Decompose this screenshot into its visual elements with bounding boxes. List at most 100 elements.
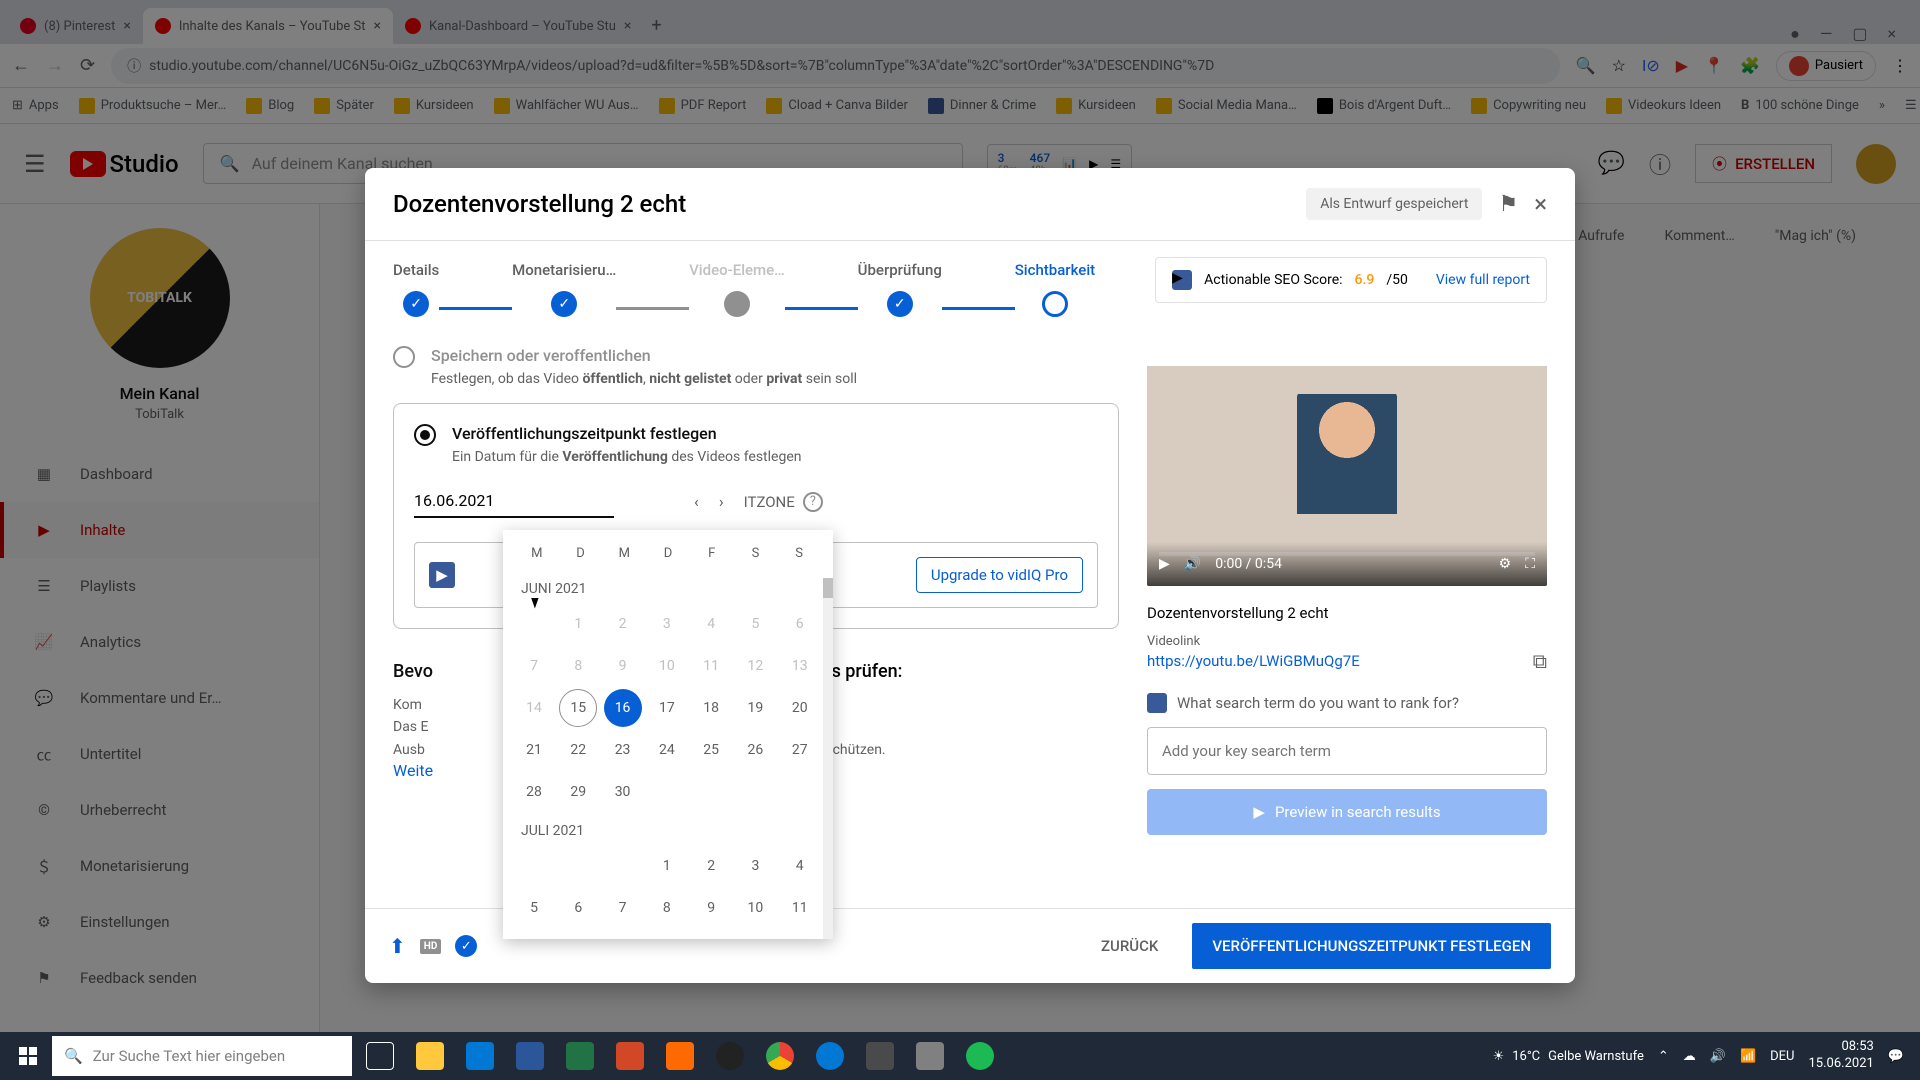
word-icon[interactable] — [506, 1032, 554, 1080]
taskbar-search[interactable]: 🔍Zur Suche Text hier eingeben — [52, 1036, 352, 1076]
day-cell[interactable]: 19 — [736, 689, 774, 727]
app-icon[interactable] — [856, 1032, 904, 1080]
chevron-up-icon[interactable]: ⌃ — [1658, 1049, 1669, 1064]
step-details[interactable]: Details✓ — [393, 261, 439, 317]
upgrade-vidiq-button[interactable]: Upgrade to vidIQ Pro — [916, 557, 1083, 593]
day-cell[interactable]: 2 — [692, 847, 730, 885]
day-cell[interactable]: 5 — [515, 889, 553, 927]
seo-report-link[interactable]: View full report — [1436, 272, 1530, 288]
day-cell[interactable]: 18 — [692, 689, 730, 727]
day-cell[interactable]: 16 — [604, 689, 642, 727]
day-cell[interactable]: 6 — [781, 605, 819, 643]
day-cell[interactable]: 10 — [648, 647, 686, 685]
search-term-input[interactable] — [1147, 727, 1547, 775]
app-icon[interactable] — [706, 1032, 754, 1080]
day-cell[interactable]: 10 — [736, 889, 774, 927]
next-month-icon[interactable]: › — [719, 492, 724, 511]
copy-icon[interactable]: ⧉ — [1533, 649, 1547, 673]
day-cell[interactable]: 7 — [604, 889, 642, 927]
day-cell[interactable]: 3 — [648, 605, 686, 643]
day-cell[interactable]: 8 — [559, 647, 597, 685]
day-cell[interactable]: 20 — [781, 689, 819, 727]
search-icon: 🔍 — [64, 1047, 83, 1065]
preview-results-button[interactable]: ▶Preview in search results — [1147, 789, 1547, 835]
day-cell[interactable]: 5 — [736, 605, 774, 643]
day-cell[interactable]: 1 — [559, 605, 597, 643]
step-sichtbarkeit[interactable]: Sichtbarkeit — [1015, 261, 1095, 317]
day-cell[interactable]: 6 — [559, 889, 597, 927]
language-indicator[interactable]: DEU — [1770, 1049, 1794, 1064]
gear-icon[interactable]: ⚙ — [1499, 556, 1512, 572]
start-button[interactable] — [4, 1032, 52, 1080]
day-cell[interactable]: 30 — [604, 773, 642, 811]
day-cell[interactable]: 14 — [515, 689, 553, 727]
day-cell[interactable]: 27 — [781, 731, 819, 769]
volume-icon[interactable]: 🔊 — [1184, 556, 1201, 572]
spotify-icon[interactable] — [956, 1032, 1004, 1080]
option-speichern[interactable]: Speichern oder veroffentlichen Festlegen… — [393, 346, 1119, 387]
powerpoint-icon[interactable] — [606, 1032, 654, 1080]
day-cell[interactable]: 9 — [692, 889, 730, 927]
day-cell[interactable]: 11 — [692, 647, 730, 685]
feedback-icon[interactable]: ⚑ — [1498, 192, 1518, 217]
video-link[interactable]: https://youtu.be/LWiGBMuQg7E — [1147, 652, 1360, 670]
day-cell[interactable]: 25 — [692, 731, 730, 769]
app-icon[interactable] — [656, 1032, 704, 1080]
clock[interactable]: 08:5315.06.2021 — [1809, 1039, 1874, 1073]
task-view-icon[interactable] — [356, 1032, 404, 1080]
app-icon[interactable] — [906, 1032, 954, 1080]
seo-score-box[interactable]: ▶ Actionable SEO Score: 6.9/50 View full… — [1155, 257, 1547, 303]
radio-unchecked-icon[interactable] — [393, 346, 415, 368]
day-cell[interactable]: 11 — [781, 889, 819, 927]
explorer-icon[interactable] — [406, 1032, 454, 1080]
notification-icon[interactable]: 💬 — [1888, 1049, 1904, 1064]
modal-title: Dozentenvorstellung 2 echt — [393, 190, 686, 218]
date-input[interactable] — [414, 485, 614, 518]
weather-widget[interactable]: ☀16°CGelbe Warnstufe — [1493, 1049, 1644, 1064]
mail-icon[interactable] — [456, 1032, 504, 1080]
day-cell[interactable]: 9 — [604, 647, 642, 685]
day-cell[interactable]: 4 — [781, 847, 819, 885]
fullscreen-icon[interactable]: ⛶ — [1525, 556, 1535, 572]
video-preview[interactable]: ▶ 🔊 0:00 / 0:54 ⚙ ⛶ — [1147, 366, 1547, 586]
radio-schedule[interactable]: Veröffentlichungszeitpunkt festlegen Ein… — [414, 424, 1098, 465]
step-video-elemente[interactable]: Video-Eleme… — [689, 261, 785, 317]
radio-checked-icon[interactable] — [414, 424, 436, 446]
excel-icon[interactable] — [556, 1032, 604, 1080]
scrollbar[interactable] — [823, 578, 833, 939]
day-cell[interactable]: 17 — [648, 689, 686, 727]
day-cell[interactable]: 4 — [692, 605, 730, 643]
day-cell[interactable]: 23 — [604, 731, 642, 769]
day-cell[interactable]: 22 — [559, 731, 597, 769]
prev-month-icon[interactable]: ‹ — [694, 492, 699, 511]
day-cell[interactable]: 24 — [648, 731, 686, 769]
help-icon[interactable]: ? — [803, 492, 823, 512]
day-cell[interactable]: 7 — [515, 647, 553, 685]
step-ueberpruefung[interactable]: Überprüfung✓ — [858, 261, 942, 317]
day-cell[interactable]: 21 — [515, 731, 553, 769]
step-monetarisierung[interactable]: Monetarisieru…✓ — [512, 261, 616, 317]
schedule-button[interactable]: VERÖFFENTLICHUNGSZEITPUNKT FESTLEGEN — [1192, 923, 1551, 969]
day-cell[interactable]: 2 — [604, 605, 642, 643]
edge-icon[interactable] — [806, 1032, 854, 1080]
day-cell[interactable]: 28 — [515, 773, 553, 811]
close-icon[interactable]: × — [1534, 190, 1547, 218]
day-cell[interactable]: 15 — [559, 689, 597, 727]
back-button[interactable]: ZURÜCK — [1083, 923, 1176, 969]
day-cell — [559, 847, 597, 885]
day-cell[interactable]: 8 — [648, 889, 686, 927]
chrome-icon[interactable] — [756, 1032, 804, 1080]
day-cell[interactable]: 3 — [736, 847, 774, 885]
day-cell[interactable]: 1 — [648, 847, 686, 885]
videolink-label: Videolink — [1147, 634, 1547, 649]
day-cell[interactable]: 29 — [559, 773, 597, 811]
wifi-icon[interactable]: 📶 — [1740, 1049, 1756, 1064]
play-icon[interactable]: ▶ — [1159, 556, 1170, 572]
day-cell — [604, 847, 642, 885]
cloud-icon[interactable]: ☁ — [1683, 1049, 1696, 1064]
day-cell[interactable]: 13 — [781, 647, 819, 685]
day-cell — [781, 773, 819, 811]
day-cell[interactable]: 12 — [736, 647, 774, 685]
volume-icon[interactable]: 🔊 — [1710, 1049, 1726, 1064]
day-cell[interactable]: 26 — [736, 731, 774, 769]
